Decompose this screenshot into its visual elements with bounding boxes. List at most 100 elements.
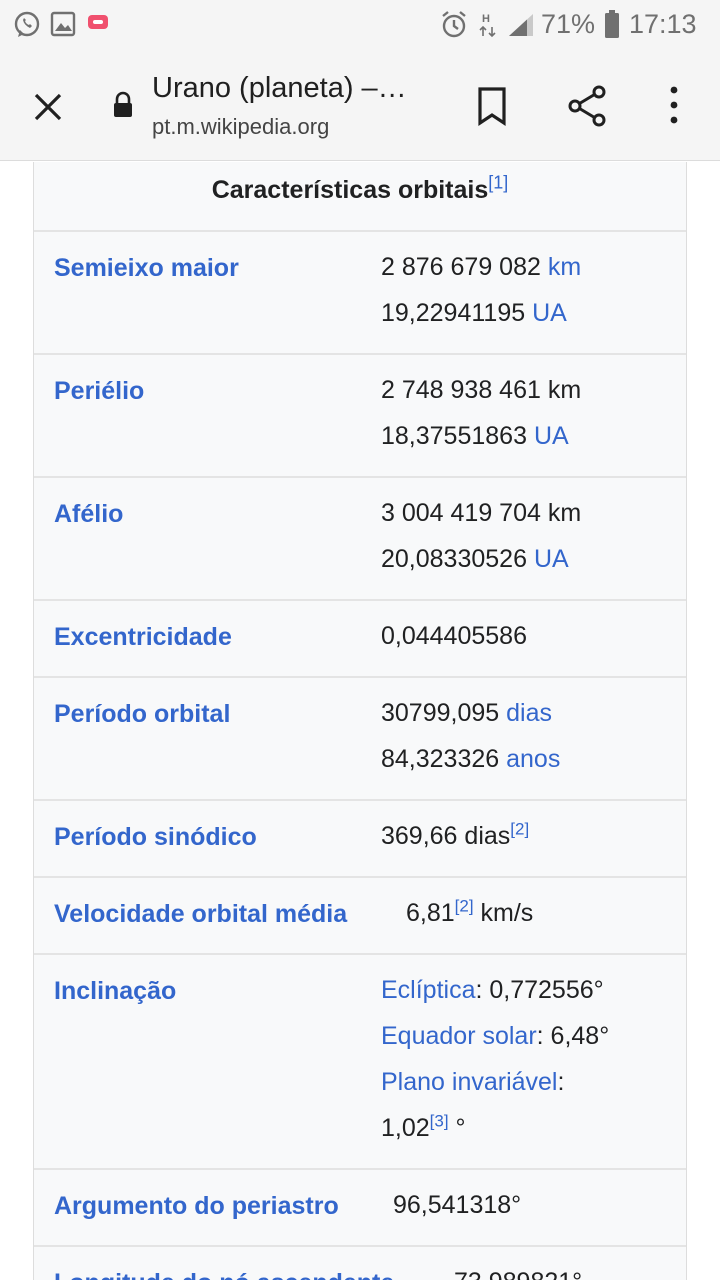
infobox-section-heading: Características orbitais[1] xyxy=(34,162,686,232)
reference-link[interactable]: [2] xyxy=(455,897,474,916)
value-text: 96,541318° xyxy=(393,1191,522,1219)
page-url[interactable]: pt.m.wikipedia.org xyxy=(152,114,329,140)
infobox-row-longitude-no-ascendente: Longitude do nó ascendente 73,989821° xyxy=(34,1247,686,1280)
page-title[interactable]: Urano (planeta) –… xyxy=(152,72,407,105)
row-value: 2 748 938 461 km 18,37551863 UA xyxy=(381,367,581,459)
svg-text:H: H xyxy=(482,13,490,25)
value-line: 2 748 938 461 km xyxy=(381,367,581,413)
row-label[interactable]: Excentricidade xyxy=(54,623,232,652)
row-label[interactable]: Argumento do periastro xyxy=(54,1192,339,1221)
value-line: Eclíptica: 0,772556° xyxy=(381,967,609,1013)
value-text: 0,044405586 xyxy=(381,622,527,650)
heading-reference[interactable]: [1] xyxy=(488,173,508,193)
row-value: 369,66 dias[2] xyxy=(381,813,529,859)
value-line: 19,22941195 UA xyxy=(381,290,581,336)
whatsapp-icon xyxy=(12,10,42,45)
share-button[interactable] xyxy=(566,84,610,128)
row-value: Eclíptica: 0,772556° Equador solar: 6,48°… xyxy=(381,967,609,1151)
row-value: 6,81[2] km/s xyxy=(406,890,533,936)
infobox-rows: Semieixo maior 2 876 679 082 km 19,2294119… xyxy=(34,232,686,1280)
value-text: 2 748 938 461 km xyxy=(381,376,582,404)
row-label[interactable]: Periélio xyxy=(54,377,144,406)
value-link[interactable]: Eclíptica xyxy=(381,976,475,1004)
infobox-row-argumento-do-periastro: Argumento do periastro 96,541318° xyxy=(34,1170,686,1247)
value-link[interactable]: Plano invariável xyxy=(381,1068,558,1096)
data-h-icon: H xyxy=(478,12,498,43)
clock: 17:13 xyxy=(629,9,697,39)
value-line: 84,323326 anos xyxy=(381,736,560,782)
section-heading-text: Características orbitais xyxy=(211,176,489,204)
row-value: 30799,095 dias 84,323326 anos xyxy=(381,690,560,782)
value-text: ° xyxy=(448,1114,466,1142)
infobox-row-semieixo-maior: Semieixo maior 2 876 679 082 km 19,2294119… xyxy=(34,232,686,355)
infobox-row-excentricidade: Excentricidade 0,044405586 xyxy=(34,601,686,678)
row-label[interactable]: Inclinação xyxy=(54,977,176,1006)
infobox-row-afelio: Afélio 3 004 419 704 km 20,08330526 UA xyxy=(34,478,686,601)
row-label[interactable]: Afélio xyxy=(54,500,123,529)
more-options-button[interactable] xyxy=(662,84,686,128)
value-text: 18,37551863 xyxy=(381,422,534,450)
value-link[interactable]: anos xyxy=(506,745,560,773)
signal-icon xyxy=(505,12,535,43)
value-link[interactable]: UA xyxy=(534,545,569,573)
value-link[interactable]: dias xyxy=(506,699,552,727)
value-text: 6,81 xyxy=(406,899,455,927)
battery-percent: 71% xyxy=(541,9,596,39)
value-line: Equador solar: 6,48° xyxy=(381,1013,609,1059)
bookmark-button[interactable] xyxy=(474,85,510,129)
value-text: 1,02 xyxy=(381,1114,430,1142)
value-line: 96,541318° xyxy=(393,1182,521,1228)
reference-link[interactable]: [3] xyxy=(430,1112,449,1131)
value-line: 20,08330526 UA xyxy=(381,536,581,582)
value-link[interactable]: Equador solar xyxy=(381,1022,537,1050)
row-value: 73,989821° xyxy=(454,1259,582,1280)
value-line: 369,66 dias[2] xyxy=(381,813,529,859)
row-label[interactable]: Velocidade orbital média xyxy=(54,900,347,929)
value-line: 18,37551863 UA xyxy=(381,413,581,459)
infobox-row-inclinacao: Inclinação Eclíptica: 0,772556° Equador so… xyxy=(34,955,686,1170)
row-value: 96,541318° xyxy=(393,1182,521,1228)
infobox-row-velocidade-orbital-media: Velocidade orbital média 6,81[2] km/s xyxy=(34,878,686,955)
value-link[interactable]: UA xyxy=(532,299,567,327)
infobox-row-periodo-orbital: Período orbital 30799,095 dias 84,323326 a… xyxy=(34,678,686,801)
app-notification-icon xyxy=(86,10,110,39)
value-line: 2 876 679 082 km xyxy=(381,244,581,290)
row-label[interactable]: Período sinódico xyxy=(54,823,257,852)
bookmark-icon xyxy=(478,87,506,126)
row-value: 0,044405586 xyxy=(381,613,527,659)
alarm-icon xyxy=(440,10,468,45)
value-link[interactable]: km xyxy=(548,253,581,281)
more-vert-icon xyxy=(670,86,678,124)
infobox-orbital: Características orbitais[1] Semieixo mai… xyxy=(33,162,687,1280)
value-text: 73,989821° xyxy=(454,1268,582,1280)
value-text: 84,323326 xyxy=(381,745,507,773)
row-label[interactable]: Semieixo maior xyxy=(54,254,239,283)
value-link[interactable]: UA xyxy=(534,422,569,450)
infobox-row-periodo-sinodico: Período sinódico 369,66 dias[2] xyxy=(34,801,686,878)
value-text: : xyxy=(557,1068,565,1096)
close-icon xyxy=(34,93,62,121)
value-text: 369,66 dias xyxy=(381,822,511,850)
value-text: km/s xyxy=(473,899,534,927)
value-text: : 6,48° xyxy=(536,1022,610,1050)
infobox-row-perielio: Periélio 2 748 938 461 km 18,37551863 UA xyxy=(34,355,686,478)
page-content[interactable]: Características orbitais[1] Semieixo mai… xyxy=(0,162,720,1280)
value-line: Plano invariável: xyxy=(381,1059,609,1105)
row-label[interactable]: Período orbital xyxy=(54,700,230,729)
value-line: 1,02[3] ° xyxy=(381,1105,609,1151)
value-text: 20,08330526 xyxy=(381,545,534,573)
gallery-icon xyxy=(50,10,76,43)
status-bar: H 71% 17:13 xyxy=(0,0,720,50)
value-line: 3 004 419 704 km xyxy=(381,490,581,536)
value-line: 30799,095 dias xyxy=(381,690,560,736)
row-value: 3 004 419 704 km 20,08330526 UA xyxy=(381,490,581,582)
close-button[interactable] xyxy=(24,83,72,131)
reference-link[interactable]: [2] xyxy=(510,820,529,839)
value-line: 0,044405586 xyxy=(381,613,527,659)
value-text: 19,22941195 xyxy=(381,299,533,327)
browser-toolbar: Urano (planeta) –… pt.m.wikipedia.org xyxy=(0,50,720,161)
row-label[interactable]: Longitude do nó ascendente xyxy=(54,1269,394,1280)
row-value: 2 876 679 082 km 19,22941195 UA xyxy=(381,244,581,336)
value-text: 30799,095 xyxy=(381,699,507,727)
battery-icon xyxy=(603,9,621,44)
